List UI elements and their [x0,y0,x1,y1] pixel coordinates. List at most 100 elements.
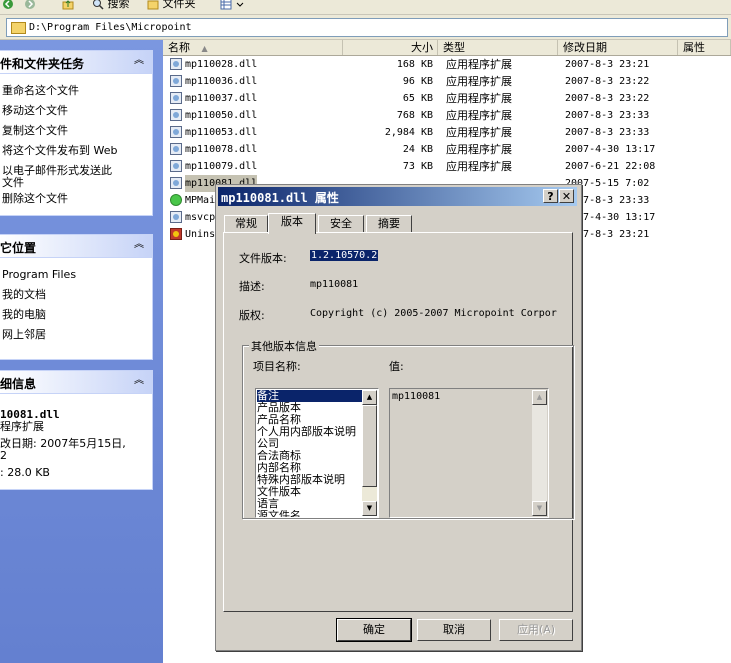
other-places-title: 它位置 [0,241,37,255]
list-item[interactable]: 产品版本 [257,402,363,414]
help-button[interactable]: ? [543,189,558,203]
file-row[interactable]: mp110053.dll 2,984 KB 应用程序扩展 2007-8-3 23… [163,124,731,141]
folders-button[interactable]: 文件夹 [147,0,196,12]
cancel-button[interactable]: 取消 [417,619,491,641]
dll-file-icon [170,160,182,172]
file-size: 65 KB [402,93,433,104]
details-header[interactable]: 细信息 ︽ [0,371,152,394]
task-publish-web[interactable]: 将这个文件发布到 Web [2,144,117,157]
views-button[interactable] [220,0,244,12]
task-copy[interactable]: 复制这个文件 [2,124,68,137]
value-text[interactable]: mp110081 [392,391,440,402]
file-row[interactable]: mp110036.dll 96 KB 应用程序扩展 2007-8-3 23:22 [163,73,731,90]
item-list-scrollbar[interactable]: ▲ ▼ [362,390,377,516]
tab-summary[interactable]: 摘要 [366,215,412,232]
scroll-thumb[interactable] [362,405,377,487]
other-places-header[interactable]: 它位置 ︽ [0,235,152,258]
column-name-label: 名称 [168,41,190,54]
forward-arrow-icon [24,0,36,10]
column-attributes[interactable]: 属性 [678,40,731,55]
file-type: 应用程序扩展 [446,160,512,173]
back-button[interactable] [2,0,14,12]
tab-version[interactable]: 版本 [268,213,316,234]
file-type: 应用程序扩展 [446,109,512,122]
file-date: 2007-8-3 23:33 [565,110,650,121]
up-folder-button[interactable] [62,0,74,12]
file-name: mp110036.dll [185,76,258,87]
file-tasks-header[interactable]: 件和文件夹任务 ︽ [0,51,152,74]
file-date: 2007-8-3 23:22 [565,76,650,87]
file-version-value[interactable]: 1.2.10570.2 [310,250,379,261]
search-button[interactable]: 搜索 [92,0,130,12]
dll-file-icon [170,177,182,189]
column-modified[interactable]: 修改日期 [558,40,678,55]
collapse-icon[interactable]: ︽ [132,54,146,68]
description-label: 描述: [239,280,265,293]
folder-icon [11,22,26,34]
file-row[interactable]: mp110050.dll 768 KB 应用程序扩展 2007-8-3 23:3… [163,107,731,124]
scroll-up-icon[interactable]: ▲ [362,390,377,405]
file-type: 应用程序扩展 [446,75,512,88]
file-date: 2007-8-3 23:22 [565,93,650,104]
apply-button[interactable]: 应用(A) [499,619,573,641]
list-item[interactable]: 语言 [257,498,363,510]
file-row[interactable]: mp110037.dll 65 KB 应用程序扩展 2007-8-3 23:22 [163,90,731,107]
tab-strip: 常规 版本 安全 摘要 [224,213,574,234]
close-button[interactable]: ✕ [559,189,574,203]
file-name: mp110028.dll [185,59,258,70]
column-type[interactable]: 类型 [438,40,558,55]
value-scrollbar[interactable]: ▲ ▼ [532,390,547,516]
forward-button[interactable] [24,0,36,12]
scroll-down-icon[interactable]: ▼ [362,501,377,516]
file-row[interactable]: mp110079.dll 73 KB 应用程序扩展 2007-6-21 22:0… [163,158,731,175]
description-value[interactable]: mp110081 [310,279,358,290]
dll-file-icon [170,109,182,121]
list-item[interactable]: 文件版本 [257,486,363,498]
file-date: 2007-6-21 22:08 [565,161,656,172]
file-row[interactable]: mp110028.dll 168 KB 应用程序扩展 2007-8-3 23:2… [163,56,731,73]
ok-button[interactable]: 确定 [336,618,412,642]
task-email-cont[interactable]: 文件 [2,176,24,189]
scroll-down-icon[interactable]: ▼ [532,501,547,516]
collapse-icon[interactable]: ︽ [132,238,146,252]
item-name-list[interactable]: 备注 产品版本 产品名称 个人用内部版本说明 公司 合法商标 内部名称 特殊内部… [255,388,379,518]
list-item[interactable]: 源文件名 [257,510,363,517]
copyright-value[interactable]: Copyright (c) 2005-2007 Micropoint Corpo… [310,308,557,319]
value-box[interactable]: mp110081 ▲ ▼ [389,388,549,518]
file-name: mp110078.dll [185,144,258,155]
toolbar: 搜索 文件夹 [0,0,731,15]
list-item[interactable]: 合法商标 [257,450,363,462]
dialog-titlebar[interactable]: mp110081.dll 属性 ? ✕ [218,187,577,206]
list-item[interactable]: 特殊内部版本说明 [257,474,363,486]
list-item[interactable]: 产品名称 [257,414,363,426]
file-name: MPMai [185,195,216,206]
list-item[interactable]: 公司 [257,438,363,450]
file-row[interactable]: mp110078.dll 24 KB 应用程序扩展 2007-4-30 13:1… [163,141,731,158]
collapse-icon[interactable]: ︽ [132,374,146,388]
address-input[interactable]: D:\Program Files\Micropoint [6,18,728,37]
details-modified-cont: 2 [0,449,7,462]
file-version-label: 文件版本: [239,252,287,265]
file-type: 应用程序扩展 [446,126,512,139]
place-my-computer[interactable]: 我的电脑 [2,308,46,321]
search-label: 搜索 [107,0,130,10]
column-name[interactable]: 名称 ▲ [163,40,343,55]
list-item[interactable]: 备注 [257,390,363,402]
file-type: 应用程序扩展 [446,143,512,156]
place-program-files[interactable]: Program Files [2,268,76,281]
task-rename[interactable]: 重命名这个文件 [2,84,79,97]
task-move[interactable]: 移动这个文件 [2,104,68,117]
file-name: mp110050.dll [185,110,258,121]
place-my-documents[interactable]: 我的文档 [2,288,46,301]
task-delete[interactable]: 删除这个文件 [2,192,68,205]
list-item[interactable]: 内部名称 [257,462,363,474]
file-date: 2007-4-30 13:17 [565,144,656,155]
tab-security[interactable]: 安全 [318,215,364,232]
task-pane: 件和文件夹任务 ︽ 重命名这个文件 移动这个文件 复制这个文件 将这个文件发布到… [0,40,163,663]
tab-general[interactable]: 常规 [224,215,268,232]
place-network[interactable]: 网上邻居 [2,328,46,341]
other-places-panel: 它位置 ︽ Program Files 我的文档 我的电脑 网上邻居 [0,234,153,360]
scroll-up-icon[interactable]: ▲ [532,390,547,405]
column-size[interactable]: 大小 [343,40,438,55]
list-item[interactable]: 个人用内部版本说明 [257,426,363,438]
